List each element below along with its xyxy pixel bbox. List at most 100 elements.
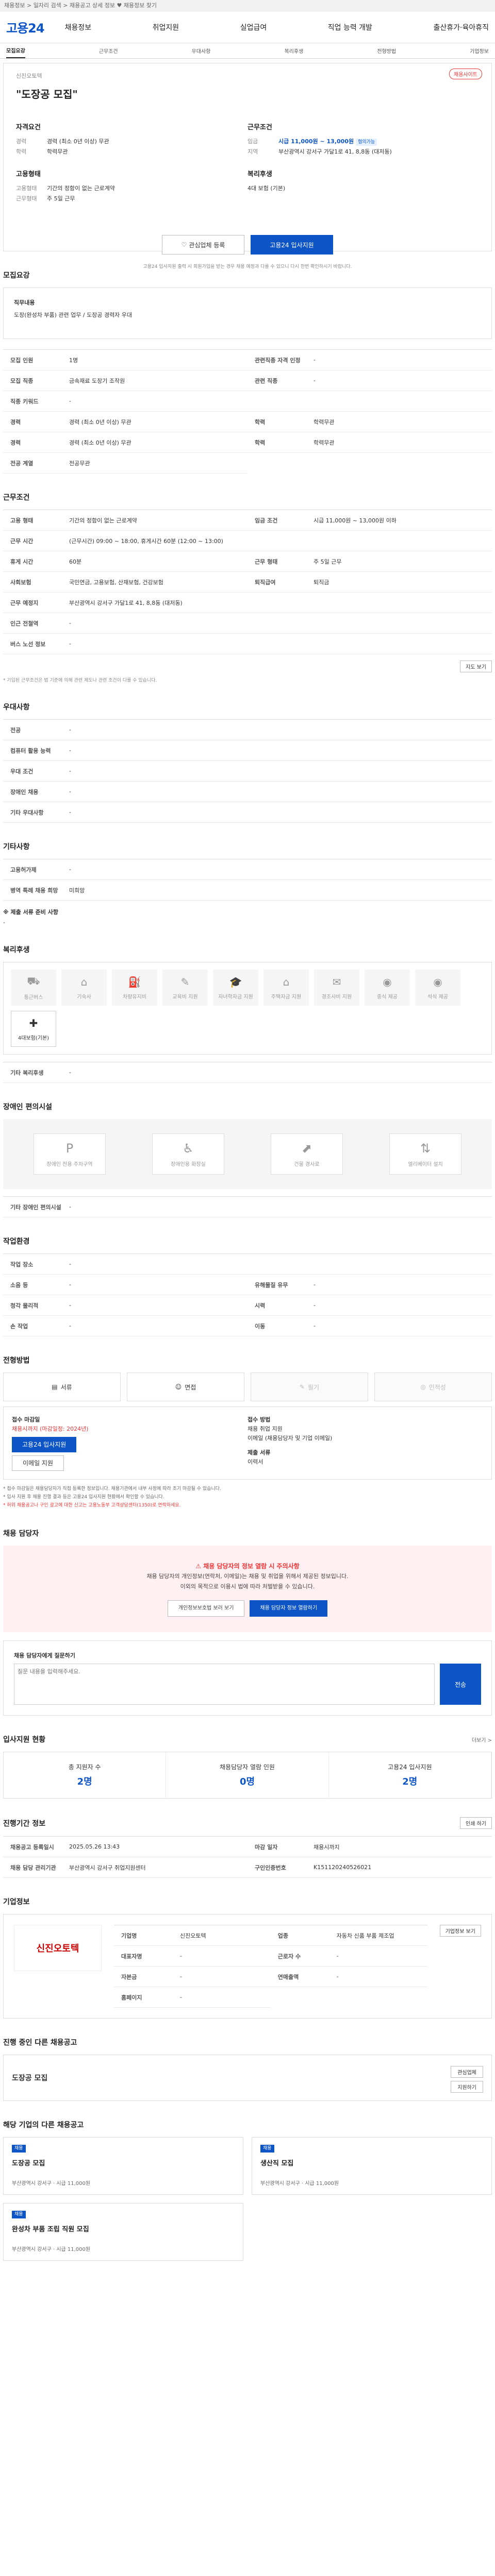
section-heading: 기타사항 <box>3 843 30 851</box>
welfare-icon: ⌂ <box>283 975 290 988</box>
job-title: "도장공 모집" <box>16 88 78 100</box>
row-value: 2025.05.26 13:43 <box>69 1843 120 1850</box>
welfare-label: 통근버스 <box>24 995 43 1001</box>
row-value: 1명 <box>69 357 78 364</box>
row-label: 고용허가제 <box>10 866 37 873</box>
row-label: 기타 우대사항 <box>10 809 44 816</box>
row-label: 자본금 <box>121 1973 137 1980</box>
welfare-icon: 🎓 <box>229 975 242 988</box>
company-info-button[interactable]: 기업정보 보기 <box>439 1925 481 1937</box>
gnb-item[interactable]: 출산휴가·육아휴직 <box>433 22 489 32</box>
welfare-icon: ✚ <box>29 1016 38 1029</box>
row-value: 경력 (최소 0년 이상) 무관 <box>69 418 131 426</box>
stat-item: 고용24 입사지원 2명 <box>329 1752 491 1798</box>
other-job-title[interactable]: 도장공 모집 <box>12 2073 47 2083</box>
notice-section: 진행기간 정보 인쇄 하기 채용공고 등록일시 2025.05.26 13:43 마… <box>3 1817 492 1878</box>
tab-welfare[interactable]: 복리후생 <box>284 47 303 55</box>
tab-company[interactable]: 기업정보 <box>470 47 489 55</box>
section-heading: 해당 기업의 다른 채용공고 <box>3 2121 84 2129</box>
row-label: 청각 물리적 <box>10 1302 39 1309</box>
job-card[interactable]: 채용 완성차 부품 조립 직원 모집 부산광역시 강서구 · 시급 11,000원 <box>3 2203 243 2261</box>
tab-work[interactable]: 근무조건 <box>99 47 118 55</box>
company-logo-text: 신진오토텍 <box>36 1943 79 1954</box>
job-card[interactable]: 채용 생산직 모집 부산광역시 강서구 · 시급 11,000원 <box>252 2137 492 2195</box>
dis-etc-label: 기타 장애인 편의시설 <box>10 1204 61 1211</box>
kv-value: 학력무관 <box>47 148 68 155</box>
apply-button-2[interactable]: 고용24 입사지원 <box>12 1437 77 1452</box>
info-row: 전공 계열 전공무관 <box>3 453 248 473</box>
recruit-section: 모집요강 직무내용 도장(완성차 부품) 관련 업무 / 도장공 경력자 우대 … <box>3 270 492 473</box>
row-value: 채용시까지 <box>314 1843 340 1851</box>
tab-recruit[interactable]: 모집요강 <box>6 46 25 58</box>
print-button[interactable]: 인쇄 하기 <box>460 1817 492 1829</box>
info-row: 우대 조건 - <box>3 761 492 782</box>
row-value: - <box>314 1323 316 1329</box>
other-apply-button[interactable]: 지원하기 <box>451 2081 483 2093</box>
info-row: 임금 조건 시급 11,000원 ~ 13,000원 이하 <box>248 510 492 531</box>
interview-icon: ☺ <box>175 1383 182 1391</box>
docs-value: - <box>3 919 5 926</box>
job-tag: 채용 <box>12 2211 26 2218</box>
info-row: 자본금 - <box>114 1967 271 1987</box>
row-value: 60분 <box>69 558 82 565</box>
welfare-label: 기숙사 <box>77 994 91 1000</box>
job-title: 도장공 모집 <box>12 2160 45 2167</box>
disability-section: 장애인 편의시설 P 장애인 전용 주차구역 ♿ 장애인용 화장실 ⬈ 건물 경사로 ⇅ 엘리… <box>3 1101 492 1217</box>
gnb-item[interactable]: 채용정보 <box>65 22 92 32</box>
welfare-icon: ◉ <box>433 975 442 988</box>
welfare-icon: ◉ <box>383 975 392 988</box>
privacy-law-button[interactable]: 개인정보보호법 보러 보기 <box>167 1600 245 1617</box>
row-label: 근로자 수 <box>277 1953 301 1960</box>
row-value: - <box>69 1302 71 1309</box>
view-contact-button[interactable]: 채용 담당자 정보 열람하기 <box>250 1600 328 1617</box>
other-scrap-button[interactable]: 관심업체 <box>451 2066 483 2078</box>
more-link[interactable]: 더보기 > <box>472 1736 492 1743</box>
row-value: - <box>69 866 71 873</box>
info-row: 유해물질 유무 - <box>248 1275 492 1295</box>
info-row: 사회보험 국민연금, 고용보험, 산재보험, 건강보험 <box>3 572 248 592</box>
question-send-button[interactable]: 전송 <box>440 1664 481 1705</box>
docs-title: 제출 서류 <box>248 1449 271 1456</box>
section-tabs: 모집요강 근무조건 우대사항 복리후생 전형방법 기업정보 <box>0 43 495 59</box>
welfare-item: ⌂ 기숙사 <box>61 970 107 1006</box>
row-label: 업종 <box>277 1932 289 1939</box>
contact-section: 채용 담당자 ⚠ 채용 담당자의 정보 열람 시 주의사항 채용 담당자의 개인… <box>3 1528 492 1716</box>
info-row: 마감 일자 채용시까지 <box>248 1837 492 1857</box>
docs-line: 이력서 <box>248 1459 263 1465</box>
info-row: 근로자 수 - <box>270 1946 427 1967</box>
kv-label: 임금 <box>248 138 258 145</box>
gnb-item[interactable]: 실업급여 <box>240 22 267 32</box>
apply-button[interactable]: 고용24 입사지원 <box>251 235 333 255</box>
info-row: 시력 - <box>248 1295 492 1316</box>
facility-label: 장애인용 화장실 <box>171 1161 206 1167</box>
info-row: 청각 물리적 - <box>3 1295 248 1316</box>
tab-method[interactable]: 전형방법 <box>377 47 396 55</box>
section-heading: 채용 담당자 <box>3 1530 39 1538</box>
map-button[interactable]: 지도 보기 <box>460 660 492 672</box>
job-summary: 신진오토텍 "도장공 모집" 채용사이트 자격요건 경력 경력 (최소 0년 이상… <box>3 63 492 269</box>
company-section: 기업정보 신진오토텍 기업명 신진오토텍 업종 자동차 신품 부품 제조업 대표자명 - 근… <box>3 1896 492 2019</box>
welfare-icon: ⛟ <box>27 975 40 987</box>
info-row: 고용허가제 - <box>3 859 492 880</box>
row-label: 소음 등 <box>10 1281 28 1289</box>
row-value: - <box>69 747 71 754</box>
info-row: 손 작업 - <box>3 1316 248 1336</box>
email-apply-button[interactable]: 이메일 지원 <box>12 1455 64 1471</box>
info-row: 휴게 시간 60분 <box>3 551 248 572</box>
company-name: 신진오토텍 <box>16 73 42 79</box>
row-label: 이동 <box>255 1323 266 1330</box>
question-input[interactable] <box>14 1664 435 1705</box>
gnb-item[interactable]: 직업 능력 개발 <box>328 22 372 32</box>
scrap-button[interactable]: ♡ 관심업체 등록 <box>162 235 244 255</box>
facility-icon: P <box>65 1141 74 1156</box>
tab-pref[interactable]: 우대사항 <box>192 47 211 55</box>
info-row: 작업 장소 - <box>3 1254 492 1275</box>
welfare-label: 차량유지비 <box>123 994 146 1000</box>
contact-line: 채용 담당자의 개인정보(연락처, 이메일)는 채용 및 취업을 위해서 제공된… <box>146 1573 349 1580</box>
gnb-item[interactable]: 취업지원 <box>153 22 179 32</box>
docs-label: ※ 제출 서류 준비 사항 <box>3 909 58 916</box>
site-logo[interactable]: 고용24 <box>6 18 45 36</box>
welfare-item: ◉ 중식 제공 <box>365 970 410 1006</box>
job-card[interactable]: 채용 도장공 모집 부산광역시 강서구 · 시급 11,000원 <box>3 2137 243 2195</box>
row-value: 부산광역시 강서구 가달1로 41, 8,8동 (대저동) <box>69 599 183 606</box>
